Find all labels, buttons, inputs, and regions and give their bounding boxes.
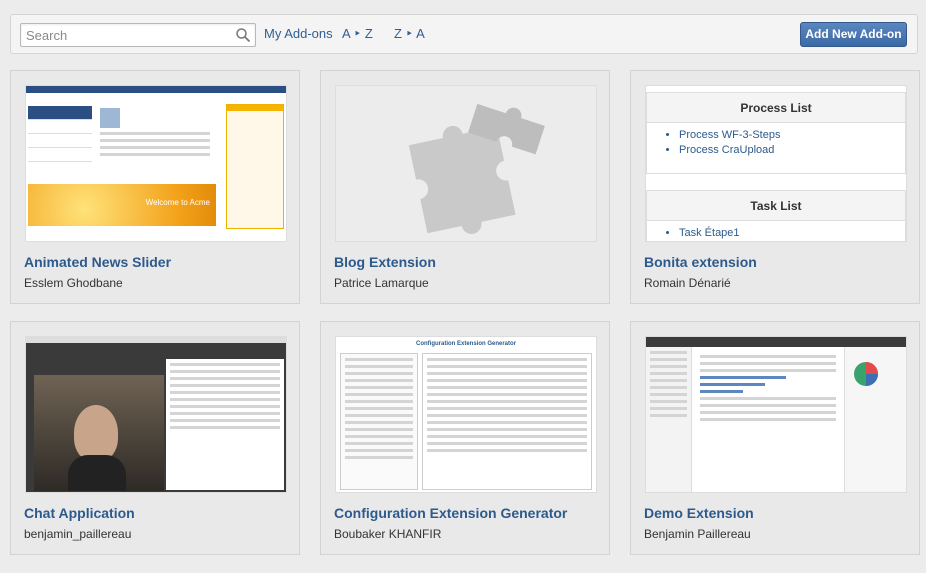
addon-card-bonita-extension[interactable]: Process List Process WF-3-Steps Process … [630,70,920,304]
thumb-nav-bar [26,86,286,93]
thumb-banner-text: Welcome to Acme [145,198,210,207]
addon-title[interactable]: Configuration Extension Generator [334,505,567,521]
addon-title[interactable]: Animated News Slider [24,254,171,270]
addon-title[interactable]: Chat Application [24,505,135,521]
search-box[interactable] [20,23,256,47]
thumb-activity-stream [696,351,840,492]
thumb-right-panel [844,347,906,492]
thumb-sidebar [646,347,692,492]
addon-author: Boubaker KHANFIR [334,527,442,541]
addon-title[interactable]: Demo Extension [644,505,754,521]
puzzle-icon [408,103,545,234]
sort-z-a-link[interactable]: Z ‣ A [394,26,425,42]
thumb-article [96,104,214,174]
addon-card-configuration-extension-generator[interactable]: Configuration Extension Generator Config… [320,321,610,555]
task-list-panel: Task List Task Étape1 [646,190,906,241]
thumb-title: Configuration Extension Generator [415,341,516,347]
addon-card-chat-application[interactable]: Chat Application benjamin_paillereau [10,321,300,555]
addon-title[interactable]: Blog Extension [334,254,436,270]
addon-card-blog-extension[interactable]: Blog Extension Patrice Lamarque [320,70,610,304]
thumb-sidebar [28,106,92,176]
addon-title[interactable]: Bonita extension [644,254,757,270]
process-item[interactable]: Process WF-3-Steps [679,129,905,141]
search-input[interactable] [21,24,221,46]
task-list-header: Task List [647,191,905,221]
addon-thumbnail[interactable] [645,336,907,493]
add-new-addon-button[interactable]: Add New Add-on [800,22,907,47]
thumb-tree-panel [340,353,418,490]
search-icon[interactable] [235,27,251,43]
process-list-panel: Process List Process WF-3-Steps Process … [646,92,906,174]
addon-author: Romain Dénarié [644,276,731,290]
thumb-side-panel [226,104,284,229]
addons-toolbar: My Add-ons A ‣ Z Z ‣ A Add New Add-on [10,14,918,54]
thumb-banner: Welcome to Acme [28,184,216,226]
thumb-chat-pane [166,359,284,490]
addon-author: benjamin_paillereau [24,527,132,541]
my-addons-link[interactable]: My Add-ons [264,26,333,41]
process-item[interactable]: Process CraUpload [679,144,905,156]
addon-thumbnail[interactable]: Configuration Extension Generator [335,336,597,493]
addon-thumbnail[interactable]: Welcome to Acme [25,85,287,242]
thumb-video-call [34,375,164,491]
addon-author: Esslem Ghodbane [24,276,123,290]
thumb-form-panel [422,353,592,490]
thumb-top-bar [646,337,906,347]
addon-thumbnail[interactable]: Process List Process WF-3-Steps Process … [645,85,907,242]
addon-author: Benjamin Paillereau [644,527,751,541]
process-list-header: Process List [647,93,905,123]
addon-author: Patrice Lamarque [334,276,429,290]
sort-a-z-link[interactable]: A ‣ Z [342,26,373,42]
addon-card-animated-news-slider[interactable]: Welcome to Acme Animated News Slider Ess… [10,70,300,304]
addon-thumbnail[interactable] [335,85,597,242]
pie-chart-icon [854,362,878,386]
addon-card-demo-extension[interactable]: Demo Extension Benjamin Paillereau [630,321,920,555]
task-item[interactable]: Task Étape1 [679,227,905,239]
addon-thumbnail[interactable] [25,336,287,493]
thumb-menu-bar [26,337,286,343]
